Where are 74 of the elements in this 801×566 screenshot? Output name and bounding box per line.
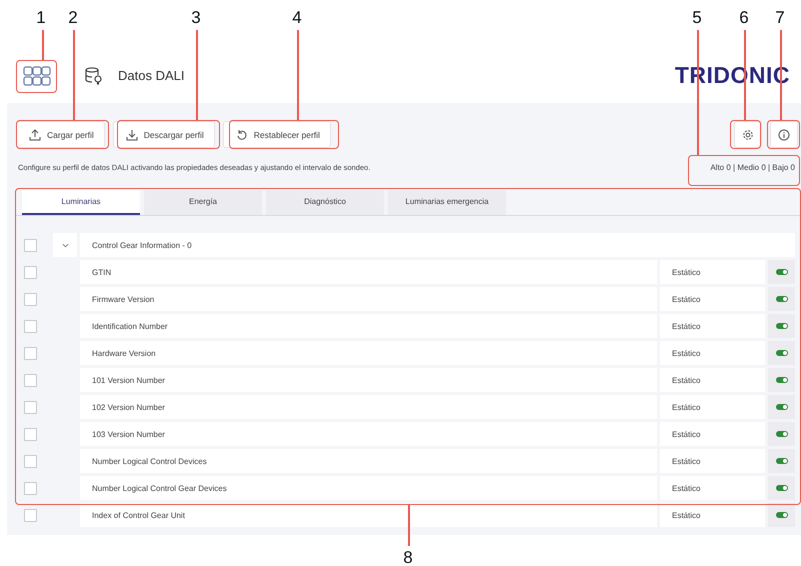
toggle-switch[interactable]	[776, 485, 788, 491]
property-type: Estático	[660, 395, 765, 419]
callout-number: 4	[291, 8, 303, 28]
chevron-icon	[62, 242, 68, 248]
callout-number: 3	[190, 8, 202, 28]
checkbox[interactable]	[24, 292, 37, 306]
property-name: Hardware Version	[80, 341, 657, 365]
tab[interactable]: Energía	[144, 190, 262, 215]
checkbox[interactable]	[24, 482, 37, 494]
checkbox[interactable]	[24, 346, 37, 360]
callout-number: 6	[738, 8, 750, 28]
callout-line	[42, 30, 44, 60]
toggle-switch[interactable]	[776, 458, 788, 464]
property-type: Estático	[660, 260, 765, 284]
callout-number: 1	[35, 8, 47, 28]
property-name: 101 Version Number	[80, 368, 657, 392]
property-type: Estático	[660, 314, 765, 338]
checkbox[interactable]	[24, 428, 37, 440]
property-type: Estático	[660, 368, 765, 392]
checkbox[interactable]	[24, 454, 37, 468]
property-name: Index of Control Gear Unit	[80, 503, 657, 527]
property-name: Firmware Version	[80, 287, 657, 311]
property-name: Identification Number	[80, 314, 657, 338]
grid-icon	[22, 66, 50, 86]
callout-frame	[16, 60, 57, 93]
toggle-switch[interactable]	[776, 269, 788, 275]
upload-icon	[29, 128, 41, 140]
property-type: Estático	[660, 449, 765, 473]
toolbar-button[interactable]: Descargar perfil	[112, 121, 215, 148]
tab[interactable]: Luminarias emergencia	[388, 190, 506, 215]
callout-number: 7	[774, 8, 786, 28]
toggle-switch[interactable]	[776, 377, 788, 383]
page-title: Datos DALI	[118, 68, 184, 83]
property-name: Number Logical Control Devices	[80, 449, 657, 473]
callout-frame	[767, 120, 800, 149]
toggle-switch[interactable]	[776, 404, 788, 410]
database-bulb-icon	[85, 66, 103, 84]
callout-number: 8	[402, 548, 414, 566]
toggle-switch[interactable]	[776, 350, 788, 356]
property-type: Estático	[660, 341, 765, 365]
property-type: Estático	[660, 476, 765, 500]
checkbox[interactable]	[24, 374, 37, 386]
property-type: Estático	[660, 422, 765, 446]
info-icon	[778, 128, 790, 140]
reset-icon	[236, 128, 248, 140]
property-type: Estático	[660, 503, 765, 527]
group-title: Control Gear Information - 0	[80, 233, 795, 257]
checkbox[interactable]	[24, 400, 37, 414]
info-button[interactable]	[770, 121, 798, 148]
callout-number: 5	[691, 8, 703, 28]
callout-frame	[730, 120, 761, 149]
checkbox[interactable]	[24, 508, 37, 522]
tab[interactable]: Diagnóstico	[266, 190, 384, 215]
checkbox[interactable]	[24, 238, 37, 252]
toggle-switch[interactable]	[776, 323, 788, 329]
toolbar-button[interactable]: Cargar perfil	[16, 121, 105, 148]
toolbar-button[interactable]: Restablecer perfil	[222, 121, 331, 148]
property-name: 103 Version Number	[80, 422, 657, 446]
toggle-switch[interactable]	[776, 512, 788, 518]
callout-line	[408, 505, 410, 546]
property-type: Estático	[660, 287, 765, 311]
property-name: Number Logical Control Gear Devices	[80, 476, 657, 500]
callout-number: 2	[67, 8, 79, 28]
property-name: 102 Version Number	[80, 395, 657, 419]
settings-button[interactable]	[734, 121, 762, 148]
toggle-switch[interactable]	[776, 296, 788, 302]
checkbox[interactable]	[24, 320, 37, 332]
tab[interactable]: Luminarias	[22, 190, 140, 215]
checkbox[interactable]	[24, 266, 37, 278]
priority-summary: Alto 0 | Medio 0 | Bajo 0	[710, 162, 795, 172]
toggle-switch[interactable]	[776, 431, 788, 437]
property-name: GTIN	[80, 260, 657, 284]
settings-icon	[742, 128, 754, 140]
download-icon	[126, 128, 138, 140]
